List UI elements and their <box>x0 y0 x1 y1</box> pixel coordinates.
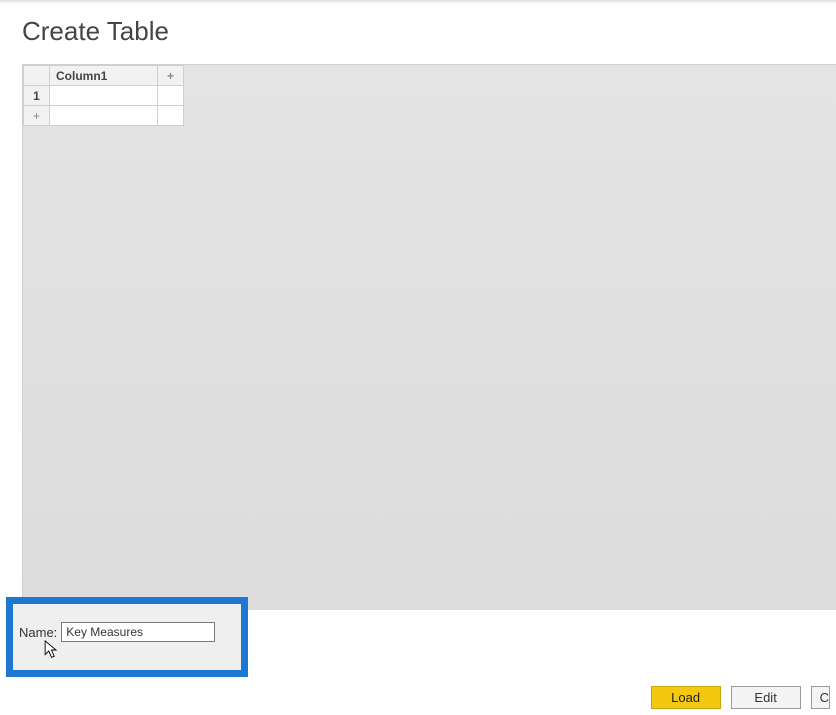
table-add-row: + <box>24 106 184 126</box>
add-column-button[interactable]: + <box>158 66 184 86</box>
add-row-button[interactable]: + <box>24 106 50 126</box>
name-section-highlight: Name: <box>6 597 248 677</box>
column-header[interactable]: Column1 <box>50 66 158 86</box>
table-cell[interactable] <box>50 86 158 106</box>
name-label: Name: <box>19 625 57 640</box>
create-table-dialog: Create Table Column1 + 1 + Name: <box>0 0 836 715</box>
dialog-title: Create Table <box>0 4 836 65</box>
table-stub-cell <box>158 106 184 126</box>
cancel-button[interactable]: C <box>811 686 830 709</box>
table-grid-area: Column1 + 1 + <box>22 64 836 610</box>
table-corner-cell <box>24 66 50 86</box>
table-empty-cell <box>50 106 158 126</box>
row-number: 1 <box>24 86 50 106</box>
dialog-button-row: Load Edit C <box>651 686 830 709</box>
table-header-row: Column1 + <box>24 66 184 86</box>
name-row: Name: <box>19 622 233 642</box>
table-row: 1 <box>24 86 184 106</box>
table-name-input[interactable] <box>61 622 215 642</box>
edit-button[interactable]: Edit <box>731 686 801 709</box>
load-button[interactable]: Load <box>651 686 721 709</box>
data-entry-table[interactable]: Column1 + 1 + <box>23 65 184 126</box>
table-stub-cell <box>158 86 184 106</box>
